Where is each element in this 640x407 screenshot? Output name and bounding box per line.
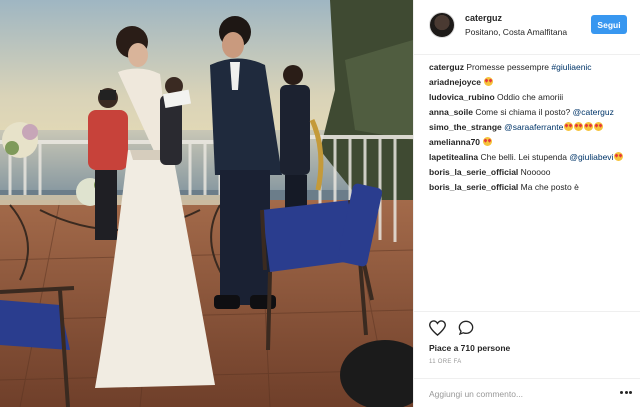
comment-item: boris_la_serie_official Nooooo: [429, 166, 629, 178]
comment-text: Oddio che amoriii: [497, 92, 564, 102]
post-actions: Piace a 710 persone 11 ORE FA: [414, 311, 640, 407]
comment-item: ludovica_rubino Oddio che amoriii: [429, 91, 629, 103]
heart-eyes-emoji-icon: [483, 137, 493, 146]
comment-username[interactable]: caterguz: [429, 62, 464, 72]
comments-list: caterguz Promesse pessempre #giuliaenic a…: [429, 61, 629, 196]
comment-text: Che belli. Lei stupenda: [480, 152, 570, 162]
post-location[interactable]: Positano, Costa Amalfitana: [465, 27, 583, 37]
owner-username[interactable]: caterguz: [465, 13, 502, 23]
wedding-photo-illustration: [0, 0, 413, 407]
comment-text: Nooooo: [520, 167, 551, 177]
follow-button[interactable]: Segui: [591, 15, 627, 34]
comment-item: simo_the_strange @saraaferrante: [429, 121, 629, 133]
comment-username[interactable]: lapetitealina: [429, 152, 478, 162]
comment-text: Ma che posto è: [520, 182, 579, 192]
comment-username[interactable]: ludovica_rubino: [429, 92, 495, 102]
comment-username[interactable]: amelianna70: [429, 137, 480, 147]
add-comment-bar: [414, 378, 640, 407]
comment-username[interactable]: simo_the_strange: [429, 122, 502, 132]
comment-input[interactable]: [429, 387, 609, 401]
comment-link[interactable]: #giuliaenic: [551, 62, 591, 72]
heart-icon[interactable]: [429, 320, 446, 336]
heart-eyes-emoji-icon: [614, 152, 624, 161]
comment-item: caterguz Promesse pessempre #giuliaenic: [429, 61, 629, 73]
instagram-post: caterguz Positano, Costa Amalfitana Segu…: [0, 0, 640, 407]
comment-link[interactable]: @saraaferrante: [504, 122, 563, 132]
comment-link[interactable]: @giuliabevi: [569, 152, 613, 162]
comment-item: ariadnejoyce: [429, 76, 629, 88]
post-photo[interactable]: [0, 0, 413, 407]
comment-username[interactable]: boris_la_serie_official: [429, 167, 518, 177]
comment-item: amelianna70: [429, 136, 629, 148]
heart-eyes-emoji-icon: [484, 77, 494, 86]
heart-eyes-emoji-icon: [584, 122, 594, 131]
likes-count[interactable]: Piace a 710 persone: [429, 343, 510, 353]
comment-item: lapetitealina Che belli. Lei stupenda @g…: [429, 151, 629, 163]
comment-link[interactable]: @caterguz: [573, 107, 614, 117]
heart-eyes-emoji-icon: [564, 122, 574, 131]
comment-username[interactable]: boris_la_serie_official: [429, 182, 518, 192]
comment-text: Promesse pessempre: [466, 62, 552, 72]
comment-item: boris_la_serie_official Ma che posto è: [429, 181, 629, 193]
heart-eyes-emoji-icon: [574, 122, 584, 131]
comment-text: Come si chiama il posto?: [475, 107, 573, 117]
comment-username[interactable]: anna_soile: [429, 107, 473, 117]
comment-item: anna_soile Come si chiama il posto? @cat…: [429, 106, 629, 118]
avatar[interactable]: [429, 12, 455, 38]
post-timestamp[interactable]: 11 ORE FA: [429, 359, 462, 365]
comment-icon[interactable]: [458, 320, 474, 336]
heart-eyes-emoji-icon: [594, 122, 604, 131]
comment-username[interactable]: ariadnejoyce: [429, 77, 481, 87]
more-options-icon[interactable]: [620, 391, 632, 395]
post-sidebar: caterguz Positano, Costa Amalfitana Segu…: [413, 0, 640, 407]
post-header: caterguz Positano, Costa Amalfitana Segu…: [414, 0, 640, 55]
